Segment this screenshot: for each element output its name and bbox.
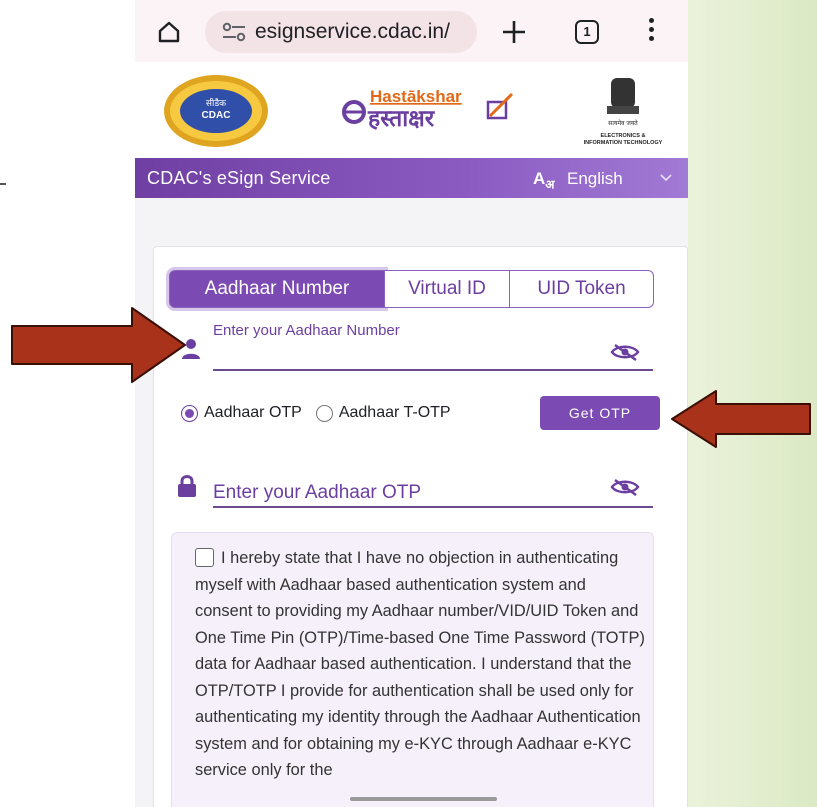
radio-aadhaar-otp[interactable] <box>181 404 198 422</box>
more-menu-icon[interactable] <box>649 18 655 44</box>
eye-off-icon[interactable] <box>610 343 640 361</box>
cdac-logo: सीडैक CDAC <box>164 75 268 147</box>
svg-text:INFORMATION TECHNOLOGY: INFORMATION TECHNOLOGY <box>584 140 663 146</box>
site-settings-icon[interactable] <box>221 22 247 42</box>
svg-text:सत्यमेव जयते: सत्यमेव जयते <box>608 119 638 127</box>
tab-aadhaar-number[interactable]: Aadhaar Number <box>169 270 385 308</box>
lock-icon <box>178 475 196 497</box>
otp-type-radio-group: Aadhaar OTP Aadhaar T-OTP <box>181 402 465 424</box>
consent-text: I hereby state that I have no objection … <box>195 549 645 779</box>
annotation-arrow-left-pointing <box>671 390 811 448</box>
aadhaar-number-label: Enter your Aadhaar Number <box>213 322 400 339</box>
translate-icon[interactable]: Aअ <box>533 169 554 192</box>
hastakshar-logo: Hastākshar हस्ताक्षर <box>342 87 514 132</box>
logo-header: सीडैक CDAC Hastākshar हस्ताक्षर सत्यमेव … <box>135 62 688 158</box>
radio-aadhaar-totp[interactable] <box>315 404 333 422</box>
otp-input-underline <box>213 506 653 508</box>
government-emblem-logo: सत्यमेव जयते ELECTRONICS & INFORMATION T… <box>584 78 663 146</box>
browser-toolbar: esignservice.cdac.in/ 1 <box>135 0 688 62</box>
url-text[interactable]: esignservice.cdac.in/ <box>255 20 475 44</box>
tab-uid-token[interactable]: UID Token <box>510 270 654 308</box>
aadhaar-number-input[interactable] <box>213 369 653 371</box>
svg-text:सीडैक: सीडैक <box>206 97 227 109</box>
service-header: CDAC's eSign Service Aअ English <box>135 158 688 198</box>
address-bar[interactable]: esignservice.cdac.in/ <box>205 11 477 53</box>
background-dash <box>0 183 6 185</box>
tab-switcher-icon[interactable]: 1 <box>575 20 599 44</box>
phone-screen: esignservice.cdac.in/ 1 सीडैक CDAC Hastā… <box>135 0 688 807</box>
home-icon[interactable] <box>157 20 181 44</box>
svg-text:हस्ताक्षर: हस्ताक्षर <box>367 106 436 132</box>
gesture-nav-handle[interactable] <box>350 797 497 801</box>
svg-text:ELECTRONICS &: ELECTRONICS & <box>601 133 646 139</box>
annotation-arrow-right-pointing <box>11 307 186 383</box>
get-otp-button[interactable]: Get OTP <box>540 396 660 430</box>
otp-input[interactable]: Enter your Aadhaar OTP <box>213 482 421 504</box>
eye-off-icon[interactable] <box>610 478 640 496</box>
chevron-down-icon[interactable] <box>660 174 672 182</box>
tab-virtual-id[interactable]: Virtual ID <box>385 270 510 308</box>
radio-aadhaar-otp-label[interactable]: Aadhaar OTP <box>204 404 302 422</box>
svg-text:CDAC: CDAC <box>202 110 231 121</box>
language-select[interactable]: English <box>567 169 623 189</box>
svg-text:Hastākshar: Hastākshar <box>370 87 462 106</box>
id-type-tabs: Aadhaar Number Virtual ID UID Token <box>169 270 654 308</box>
service-title: CDAC's eSign Service <box>147 168 331 188</box>
radio-aadhaar-totp-label[interactable]: Aadhaar T-OTP <box>339 404 451 422</box>
new-tab-icon[interactable] <box>501 19 527 45</box>
